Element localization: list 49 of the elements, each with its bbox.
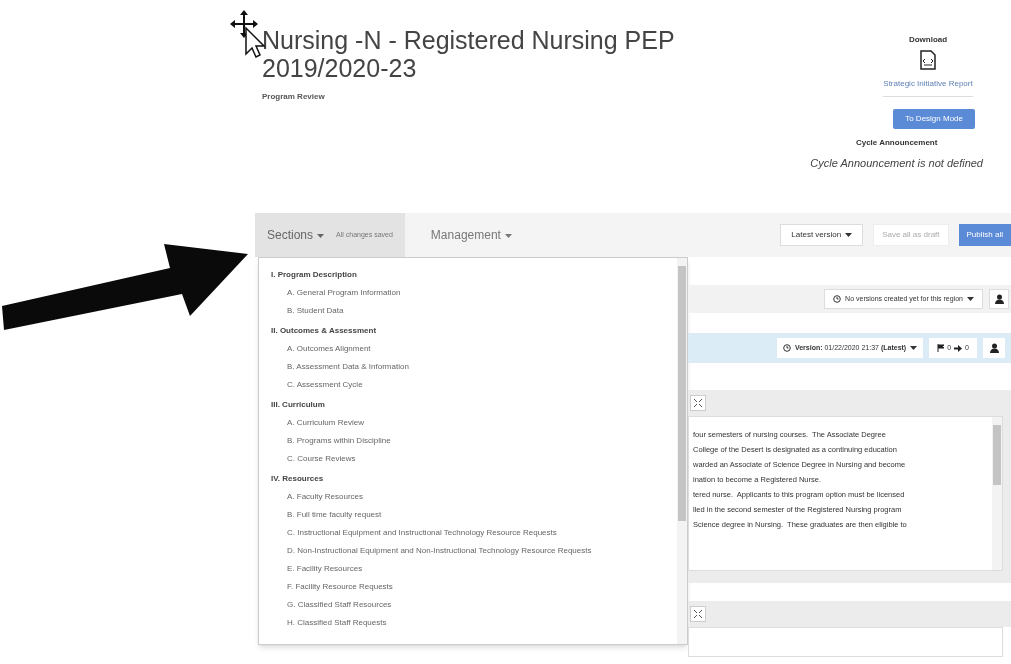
menu-group-heading: III. Curriculum xyxy=(270,399,326,411)
menu-item[interactable]: C. Course Reviews xyxy=(259,450,677,468)
menu-item[interactable]: B. Full time faculty request xyxy=(259,506,677,524)
menu-item[interactable]: B. Assessment Data & Information xyxy=(259,358,677,376)
menu-item[interactable]: A. Faculty Resources xyxy=(259,488,677,506)
file-icon[interactable] xyxy=(920,50,936,70)
menu-item[interactable]: G. Classified Staff Resources xyxy=(259,596,677,614)
expand-icon[interactable] xyxy=(690,606,706,622)
page-subtitle: Program Review xyxy=(262,91,326,103)
user-icon xyxy=(989,343,999,353)
menu-item[interactable]: B. Programs within Discipline xyxy=(259,432,677,450)
page-title: Nursing -N - Registered Nursing PEP 2019/2020-23 xyxy=(262,26,676,82)
cycle-announcement-text: Cycle Announcement is not defined xyxy=(810,156,983,171)
caret-icon xyxy=(910,346,918,350)
menu-item[interactable]: B. Student Data xyxy=(259,302,677,320)
caret-icon xyxy=(967,297,974,301)
menu-item[interactable]: F. Facility Resource Requests xyxy=(259,578,677,596)
menu-item[interactable]: E. Facility Resources xyxy=(259,560,677,578)
arrow-right-icon xyxy=(954,344,963,352)
editor-scrollbar[interactable] xyxy=(992,417,1002,570)
expand-icon[interactable] xyxy=(690,395,706,411)
menu-item[interactable]: A. Outcomes Alignment xyxy=(259,340,677,358)
menu-scrollbar[interactable] xyxy=(677,258,687,644)
menu-item[interactable]: C. Assessment Cycle xyxy=(259,376,677,394)
publish-all-button[interactable]: Publish all xyxy=(958,224,1011,246)
user-button[interactable] xyxy=(989,289,1009,309)
flag-icon xyxy=(937,344,945,352)
nav-tab[interactable]: Management xyxy=(404,213,538,257)
caret-icon xyxy=(845,232,853,237)
menu-group-heading: II. Outcomes & Assessment xyxy=(270,325,378,337)
menu-group-heading: IV. Resources xyxy=(270,473,325,485)
user-button[interactable] xyxy=(983,338,1005,358)
text-editor[interactable] xyxy=(688,416,1003,571)
user-icon xyxy=(994,294,1004,304)
menu-item[interactable]: A. Curriculum Review xyxy=(259,414,677,432)
download-label: Download xyxy=(908,34,948,46)
report-link[interactable]: Strategic Initiative Report xyxy=(883,78,973,97)
menu-item[interactable]: H. Classified Staff Requests xyxy=(259,614,677,632)
menu-group-heading: I. Program Description xyxy=(270,269,358,281)
menu-item[interactable]: D. Non-Instructional Equipment and Non-Instructional Technology Resource Requests xyxy=(259,542,677,560)
menu-item[interactable]: C. Instructional Equipment and Instructional Technology Resource Requests xyxy=(259,524,677,542)
latest-version-button[interactable]: Latest version xyxy=(780,224,864,246)
clock-icon xyxy=(782,344,791,352)
design-mode-button[interactable]: To Design Mode xyxy=(893,109,975,129)
menu-item[interactable]: A. General Program Information xyxy=(259,284,677,302)
clock-icon xyxy=(833,295,842,303)
caret-icon xyxy=(504,233,512,238)
caret-icon xyxy=(317,233,325,238)
cycle-announcement-heading: Cycle Announcement xyxy=(855,137,938,149)
